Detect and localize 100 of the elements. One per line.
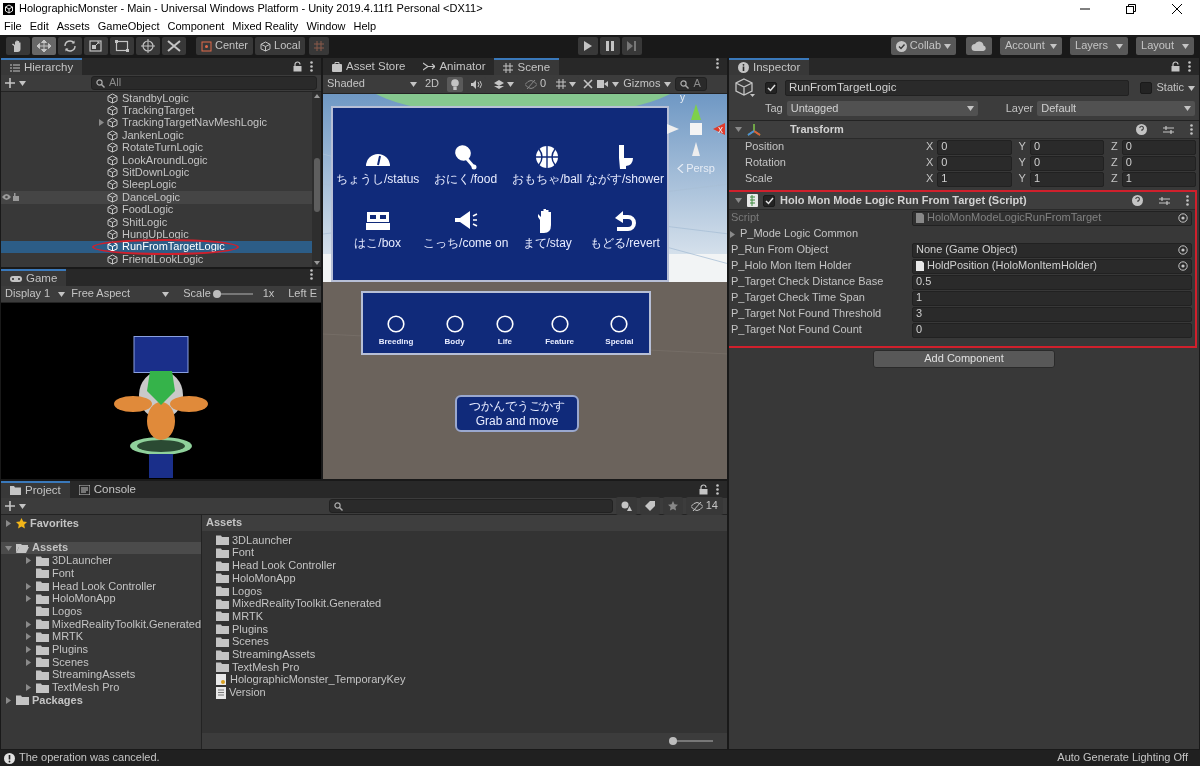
ring-icon[interactable] — [495, 314, 514, 333]
camera-dropdown[interactable] — [597, 80, 620, 88]
expand-arrow-icon[interactable] — [25, 557, 32, 565]
asset-name[interactable]: Font — [232, 546, 254, 560]
cloud-button[interactable] — [966, 37, 992, 55]
asset-name[interactable]: 3DLauncher — [232, 533, 292, 547]
tree-item-label[interactable]: MixedRealityToolkit.Generated — [51, 617, 201, 631]
number-field[interactable]: 0 — [1121, 155, 1196, 171]
panel-tab[interactable]: Inspector — [729, 58, 810, 75]
panel-tab[interactable]: Game — [1, 269, 67, 286]
pivot-button[interactable]: Center — [196, 37, 254, 55]
snap-button[interactable] — [309, 37, 330, 55]
expand-arrow-icon[interactable] — [5, 544, 12, 552]
panel-tab[interactable]: Animator — [414, 58, 495, 75]
search-field[interactable]: All — [91, 76, 317, 90]
object-picker-icon[interactable] — [1178, 213, 1188, 223]
menu-item[interactable]: Assets — [56, 19, 90, 34]
expand-arrow-icon[interactable] — [5, 519, 12, 527]
ring-icon[interactable] — [445, 314, 464, 333]
search-field[interactable]: A — [675, 77, 708, 91]
tools-icon[interactable] — [583, 79, 594, 89]
more-icon[interactable] — [1186, 195, 1189, 206]
expand-arrow-icon[interactable] — [25, 620, 32, 628]
lock-icon[interactable] — [293, 61, 302, 72]
slider-thumb[interactable] — [212, 290, 221, 298]
more-icon[interactable] — [716, 58, 719, 69]
tree-item-label[interactable]: HoloMonApp — [52, 592, 116, 606]
tree-section-label[interactable]: Favorites — [30, 516, 79, 530]
menu-button-label[interactable]: こっち/come on — [423, 237, 509, 251]
number-field[interactable]: 0 — [1029, 155, 1105, 171]
object-field[interactable]: HoldPosition (HoloMonItemHolder) — [912, 258, 1192, 274]
help-icon[interactable] — [1136, 124, 1147, 135]
more-icon[interactable] — [716, 484, 719, 495]
pause-button[interactable] — [600, 37, 621, 55]
name-field[interactable]: RunFromTargetLogic — [785, 80, 1130, 96]
more-icon[interactable] — [1188, 61, 1191, 72]
preset-icon[interactable] — [1163, 124, 1174, 135]
hidden-packages-toggle[interactable]: 14 — [685, 497, 723, 515]
layout-dropdown[interactable]: Layout — [1136, 37, 1194, 55]
menu-item[interactable]: Edit — [29, 19, 49, 34]
expand-arrow-icon[interactable] — [25, 658, 32, 666]
tree-item-label[interactable]: StreamingAssets — [52, 668, 136, 682]
expand-arrow-icon[interactable] — [25, 646, 32, 654]
number-field[interactable]: 0 — [1029, 139, 1105, 155]
tree-item-label[interactable]: 3DLauncher — [52, 554, 112, 568]
lock-icon[interactable] — [1171, 61, 1180, 72]
display-dropdown[interactable]: Display 1 — [5, 287, 66, 301]
number-field[interactable]: 0 — [937, 139, 1012, 155]
static-checkbox[interactable] — [1140, 82, 1153, 94]
menu-item[interactable]: Help — [353, 19, 377, 34]
account-dropdown[interactable]: Account — [1000, 37, 1062, 55]
play-button[interactable] — [578, 37, 599, 55]
asset-name[interactable]: Logos — [232, 584, 262, 598]
menu-button-label[interactable]: おもちゃ/ball — [512, 173, 583, 187]
tree-item-label[interactable]: Logos — [52, 604, 82, 619]
tree-item-label[interactable]: MRTK — [52, 630, 83, 644]
menu-item[interactable]: Mixed Reality — [232, 19, 299, 34]
tool-button[interactable] — [84, 37, 108, 55]
number-field[interactable]: 3 — [912, 306, 1192, 322]
menu-item[interactable]: File — [4, 19, 22, 34]
collab-dropdown[interactable]: Collab — [890, 37, 956, 55]
enabled-checkbox[interactable] — [763, 194, 775, 207]
collapse-arrow-icon[interactable] — [735, 197, 742, 204]
expand-arrow-icon[interactable] — [25, 684, 32, 692]
grab-button[interactable]: つかんでうごかす Grab and move — [455, 395, 579, 433]
lighting-toggle[interactable] — [447, 76, 464, 92]
ring-icon[interactable] — [550, 314, 569, 333]
add-button[interactable] — [5, 78, 26, 88]
breadcrumb[interactable]: Assets — [202, 515, 727, 531]
tree-item-label[interactable]: Font — [52, 566, 74, 580]
menu-item[interactable]: Component — [167, 19, 225, 34]
number-field[interactable]: 1 — [912, 290, 1192, 306]
component-title[interactable]: Transform — [790, 122, 844, 137]
category-label[interactable]: Breeding — [378, 336, 414, 347]
more-icon[interactable] — [1190, 124, 1193, 135]
number-field[interactable]: 1 — [1121, 171, 1196, 187]
panel-tab[interactable]: Asset Store — [323, 58, 415, 75]
tool-button[interactable] — [58, 37, 82, 55]
hover-row[interactable]: DanceLogic — [1, 191, 312, 204]
tree-row[interactable]: Assets — [1, 541, 201, 555]
number-field[interactable]: 1 — [1029, 171, 1105, 187]
selected-row[interactable]: RunFromTargetLogic — [1, 240, 312, 254]
tree-item-label[interactable]: Plugins — [52, 642, 89, 657]
layer-dropdown[interactable]: Default — [1037, 101, 1195, 116]
category-label[interactable]: Life — [497, 336, 512, 347]
menu-button-label[interactable]: ちょうし/status — [336, 173, 420, 187]
tool-button[interactable] — [110, 37, 134, 55]
space-button[interactable]: Local — [255, 37, 306, 55]
lock-icon[interactable] — [699, 484, 708, 495]
number-field[interactable]: 0 — [937, 155, 1012, 171]
asset-name[interactable]: StreamingAssets — [232, 647, 316, 662]
object-field[interactable]: None (Game Object) — [912, 242, 1192, 258]
number-field[interactable]: 0.5 — [912, 274, 1192, 290]
menu-button-label[interactable]: はこ/box — [354, 237, 401, 251]
slider-thumb[interactable] — [669, 737, 677, 745]
asset-name[interactable]: MRTK — [232, 609, 263, 624]
expand-arrow-icon[interactable] — [5, 696, 12, 704]
close-icon[interactable] — [1172, 4, 1182, 14]
gizmos-dropdown[interactable]: Gizmos — [623, 77, 672, 91]
aspect-dropdown[interactable]: Free Aspect — [71, 287, 170, 301]
